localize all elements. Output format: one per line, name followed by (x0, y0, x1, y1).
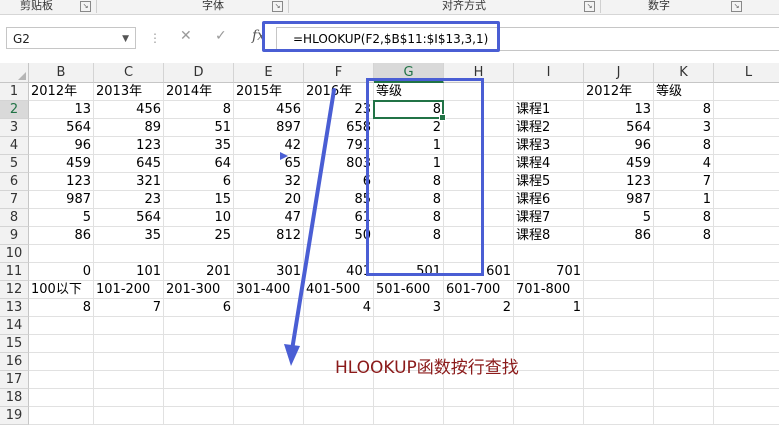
annotation-arrow-head (284, 344, 300, 366)
annotation-small-marker (280, 152, 288, 160)
annotation-arrow-line (290, 88, 336, 352)
annotation-caption: HLOOKUP函数按行查找 (335, 358, 519, 378)
